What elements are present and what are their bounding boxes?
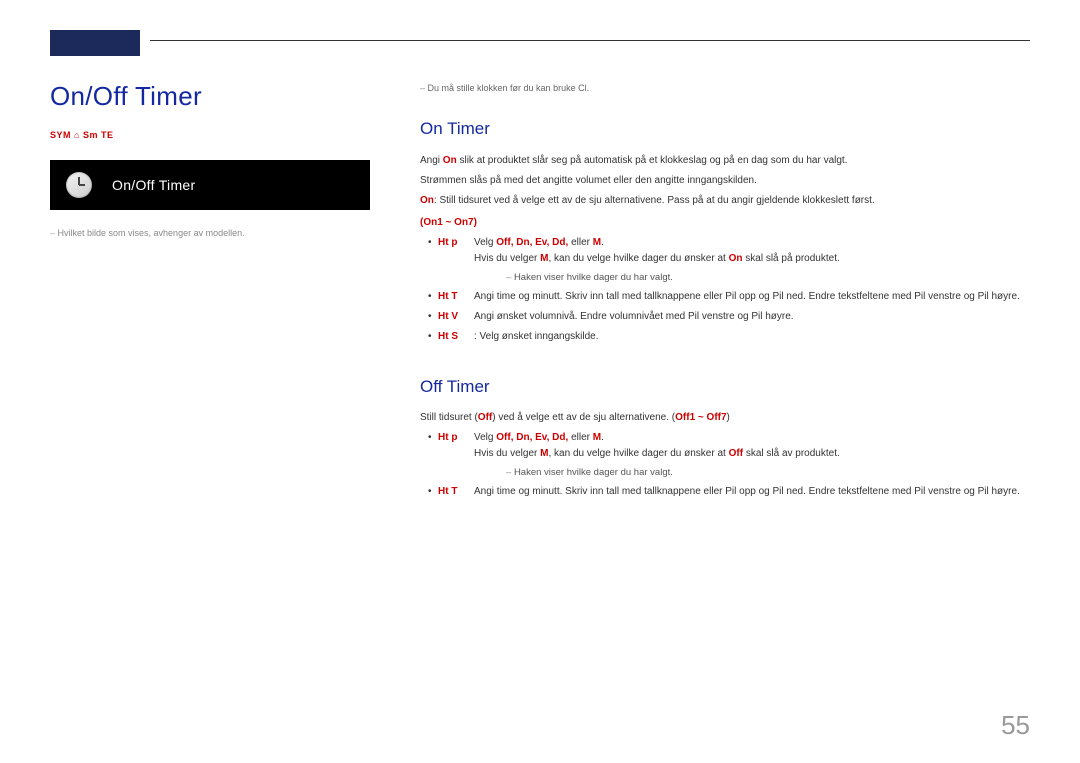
- right-column: Du må stille klokken før du kan bruke Cl…: [420, 81, 1030, 528]
- on-range: (On1 ~ On7): [420, 215, 1030, 231]
- list-item: Ht T Angi time og minutt. Skriv inn tall…: [420, 484, 1030, 500]
- breadcrumb: SYM ⌂ Sm TE: [50, 130, 370, 140]
- clock-note: Du må stille klokken før du kan bruke Cl…: [420, 81, 1030, 95]
- on-para-1: Angi On slik at produktet slår seg på au…: [420, 153, 1030, 169]
- off-timer-section: Off Timer Still tidsuret (Off) ved å vel…: [420, 373, 1030, 500]
- off-timer-heading: Off Timer: [420, 373, 1030, 400]
- on-timer-heading: On Timer: [420, 115, 1030, 142]
- list-item: Ht T Angi time og minutt. Skriv inn tall…: [420, 289, 1030, 305]
- ui-preview: On/Off Timer: [50, 160, 370, 210]
- chapter-tab: [50, 30, 140, 56]
- top-divider: [150, 40, 1030, 41]
- preview-caption: Hvilket bilde som vises, avhenger av mod…: [50, 228, 370, 238]
- on-para-3: On: Still tidsuret ved å velge ett av de…: [420, 193, 1030, 209]
- main-content: On/Off Timer SYM ⌂ Sm TE On/Off Timer Hv…: [50, 81, 1030, 528]
- list-item: Ht S : Velg ønsket inngangskilde.: [420, 329, 1030, 345]
- on-para-2: Strømmen slås på med det angitte volumet…: [420, 173, 1030, 189]
- page-title: On/Off Timer: [50, 81, 370, 112]
- sub-note: Haken viser hvilke dager du har valgt.: [506, 465, 1030, 480]
- off-para-1: Still tidsuret (Off) ved å velge ett av …: [420, 410, 1030, 426]
- left-column: On/Off Timer SYM ⌂ Sm TE On/Off Timer Hv…: [50, 81, 370, 528]
- off-options: Ht p Velg Off, Dn, Ev, Dd, eller M. Hvis…: [420, 430, 1030, 500]
- on-options: Ht p Velg Off, Dn, Ev, Dd, eller M. Hvis…: [420, 235, 1030, 345]
- page-number: 55: [1001, 710, 1030, 741]
- list-item: Ht p Velg Off, Dn, Ev, Dd, eller M. Hvis…: [420, 235, 1030, 285]
- clock-icon: [66, 172, 92, 198]
- ui-preview-label: On/Off Timer: [112, 177, 195, 193]
- on-timer-section: On Timer Angi On slik at produktet slår …: [420, 115, 1030, 344]
- clock-note-text: Du må stille klokken før du kan bruke Cl…: [428, 83, 590, 93]
- sub-note: Haken viser hvilke dager du har valgt.: [506, 270, 1030, 285]
- list-item: Ht p Velg Off, Dn, Ev, Dd, eller M. Hvis…: [420, 430, 1030, 480]
- list-item: Ht V Angi ønsket volumnivå. Endre volumn…: [420, 309, 1030, 325]
